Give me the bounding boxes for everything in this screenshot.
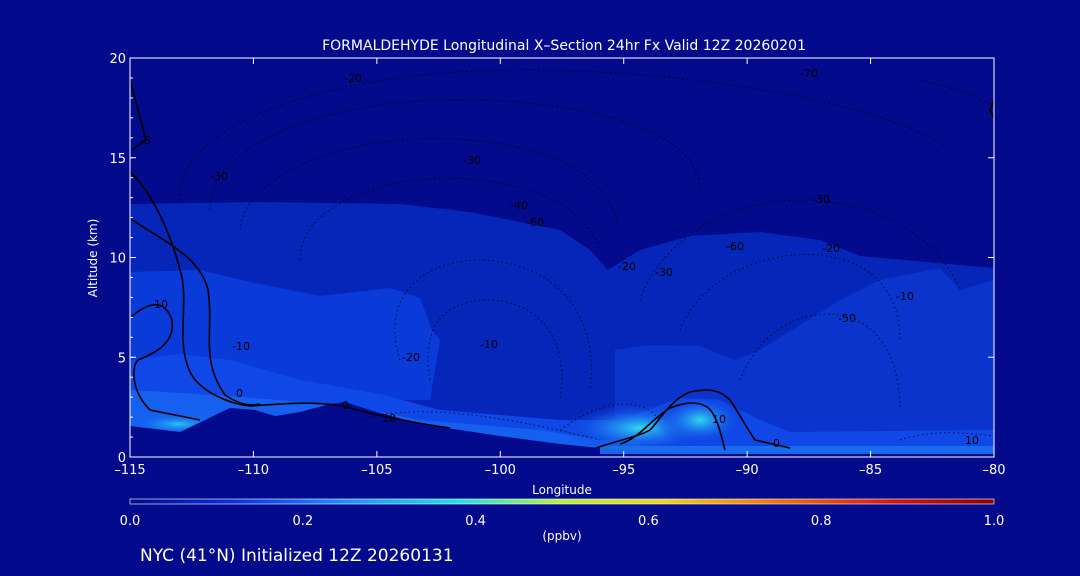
y-tick-label: 15 xyxy=(109,152,126,167)
contour-label: 0 xyxy=(236,387,243,400)
contour-label: -10 xyxy=(232,340,250,353)
contour-label: -30 xyxy=(655,266,673,279)
y-tick-label: 20 xyxy=(109,52,126,67)
contour-label: -60 xyxy=(526,216,544,229)
contour-label: -30 xyxy=(463,154,481,167)
x-tick-label: –100 xyxy=(485,463,516,478)
chart-title: FORMALDEHYDE Longitudinal X–Section 24hr… xyxy=(322,38,806,54)
contour-label: 10 xyxy=(712,413,726,426)
x-tick-label: –95 xyxy=(612,463,635,478)
contour-label: 10 xyxy=(965,434,979,447)
colorbar-tick-label: 0.2 xyxy=(292,514,313,529)
contour-label: 0 xyxy=(773,437,780,450)
y-tick-label: 0 xyxy=(118,451,126,466)
contour-label: -10 xyxy=(480,338,498,351)
colorbar-tick-label: 1.0 xyxy=(984,514,1005,529)
colorbar-gradient xyxy=(129,498,995,505)
colorbar-tick-label: 0.0 xyxy=(120,514,141,529)
surface-layer xyxy=(600,446,994,454)
contour-dotted-1 xyxy=(179,69,951,201)
contour-label: -20 xyxy=(402,351,420,364)
initialization-caption: NYC (41°N) Initialized 12Z 20260131 xyxy=(140,546,454,566)
y-tick-label: 5 xyxy=(118,351,126,366)
colorbar-ticks: 0.0 0.2 0.4 0.6 0.8 1.0 xyxy=(120,514,1005,529)
colorbar-tick-label: 0.6 xyxy=(638,514,659,529)
colorbar: 0.0 0.2 0.4 0.6 0.8 1.0 (ppbv) xyxy=(120,498,1005,543)
contour-label: -20 xyxy=(618,260,636,273)
contour-dotted-2 xyxy=(209,99,701,211)
contour-dotted-13 xyxy=(919,79,994,111)
colorbar-tick-label: 0.4 xyxy=(465,514,486,529)
x-tick-label: –85 xyxy=(859,463,882,478)
contour-label: 10 xyxy=(382,412,396,425)
x-tick-label: –105 xyxy=(361,463,392,478)
contour-label: -10 xyxy=(896,290,914,303)
contour-label: -30 xyxy=(812,193,830,206)
x-tick-label: –80 xyxy=(982,463,1005,478)
x-tick-label: –90 xyxy=(736,463,759,478)
x-axis-label: Longitude xyxy=(532,483,592,497)
colorbar-label: (ppbv) xyxy=(542,529,581,543)
contour-label: -30 xyxy=(210,170,228,183)
contour-solid-east-edge xyxy=(989,99,994,119)
y-tick-label: 10 xyxy=(109,252,126,267)
contour-label: -20 xyxy=(344,72,362,85)
contour-label: -50 xyxy=(838,312,856,325)
colorbar-tick-label: 0.8 xyxy=(811,514,832,529)
field-hotspot-east xyxy=(654,394,746,446)
cross-section-chart: FORMALDEHYDE Longitudinal X–Section 24hr… xyxy=(86,38,1006,566)
x-tick-label: –110 xyxy=(238,463,269,478)
y-axis-label: Altitude (km) xyxy=(86,219,100,298)
contour-label: -20 xyxy=(822,242,840,255)
contour-label: -40 xyxy=(510,199,528,212)
concentration-field xyxy=(130,69,994,457)
contour-label: -70 xyxy=(800,67,818,80)
contour-label: -10 xyxy=(150,298,168,311)
contour-label: 0 xyxy=(342,399,349,412)
contour-label: -60 xyxy=(726,240,744,253)
contour-label: -5 xyxy=(140,134,151,147)
